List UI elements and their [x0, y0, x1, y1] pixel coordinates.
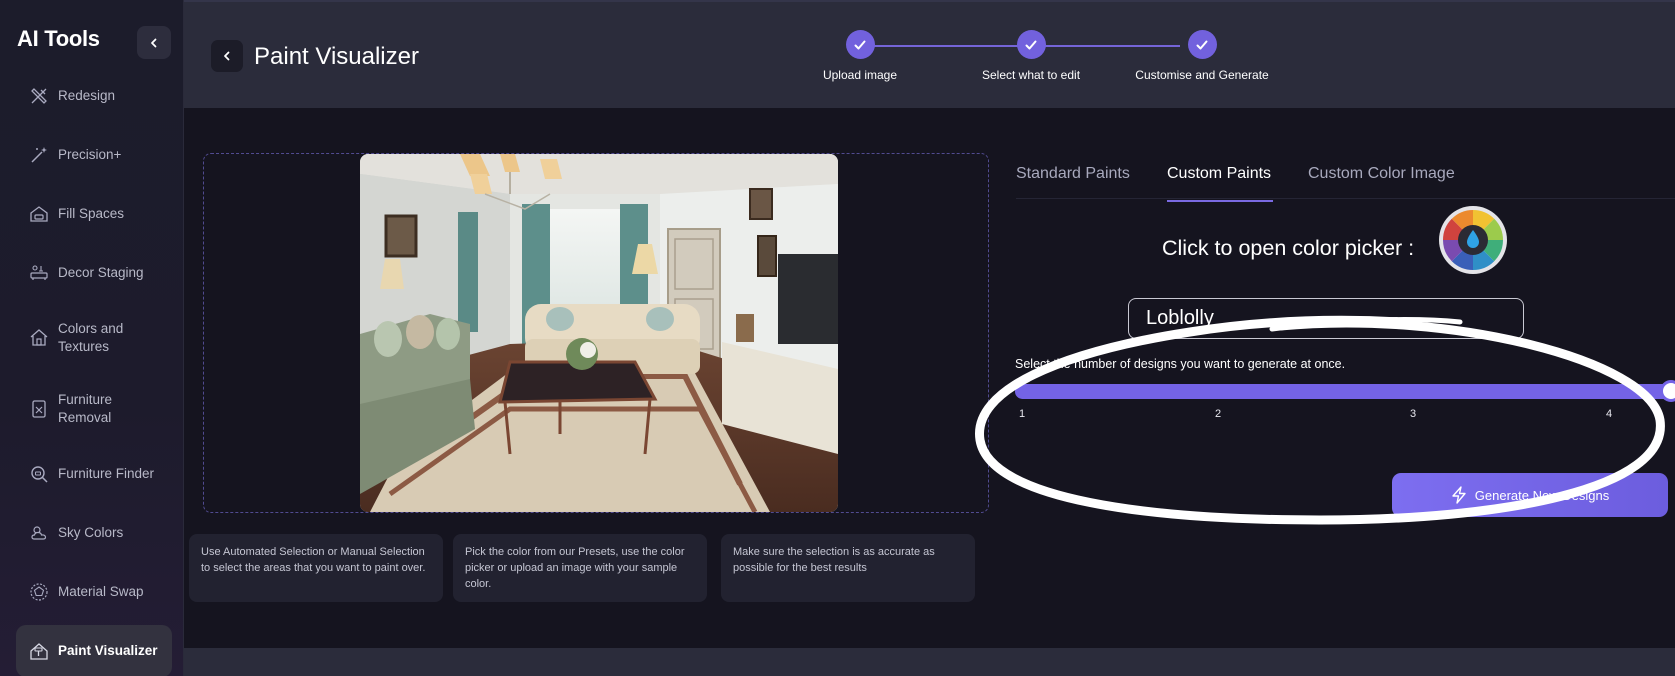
magic-wand-icon: [28, 144, 50, 166]
sidebar-item-sky-colors[interactable]: Sky Colors: [16, 507, 172, 559]
footer-bar: [184, 648, 1675, 676]
sidebar-item-furniture-finder[interactable]: Furniture Finder: [16, 448, 172, 500]
step-label: Customise and Generate: [1135, 68, 1269, 82]
sidebar-item-label: Material Swap: [58, 584, 144, 599]
tip-card-color: Pick the color from our Presets, use the…: [453, 534, 707, 602]
check-icon: [1016, 30, 1046, 59]
search-icon: [28, 463, 50, 485]
slider-handle[interactable]: [1660, 380, 1675, 402]
tab-custom-paints[interactable]: Custom Paints: [1167, 165, 1271, 183]
app-root: AI Tools Redesign Precision+ Fill Spaces…: [0, 0, 1675, 676]
material-swap-icon: [28, 581, 50, 603]
sidebar-item-colors-and-textures[interactable]: Colors and Textures: [16, 306, 172, 370]
sidebar: AI Tools Redesign Precision+ Fill Spaces…: [0, 0, 184, 676]
color-name-field[interactable]: Loblolly: [1128, 298, 1524, 339]
sidebar-item-material-swap[interactable]: Material Swap: [16, 566, 172, 618]
designs-count-slider[interactable]: [1015, 380, 1675, 402]
slider-tick-1: 1: [1019, 408, 1026, 420]
generate-designs-button[interactable]: Generate New Designs: [1392, 473, 1668, 517]
check-icon: [845, 30, 875, 59]
sidebar-item-label: Paint Visualizer: [58, 643, 158, 658]
house-icon: [28, 327, 50, 349]
sidebar-item-label: Fill Spaces: [58, 206, 125, 221]
slider-tick-4: 4: [1606, 408, 1613, 420]
designs-count-label: Select the number of designs you want to…: [1015, 357, 1346, 371]
sky-icon: [28, 522, 50, 544]
collapse-sidebar-button[interactable]: [137, 26, 171, 59]
tab-custom-color-image[interactable]: Custom Color Image: [1308, 165, 1455, 183]
tip-card-accuracy: Make sure the selection is as accurate a…: [721, 534, 975, 602]
sidebar-item-label: Colors and Textures: [58, 321, 124, 354]
slider-tick-3: 3: [1410, 408, 1417, 420]
decor-staging-icon: [28, 262, 50, 284]
tabs-divider: [1016, 198, 1675, 199]
sidebar-item-label: Sky Colors: [58, 525, 124, 540]
step-label: Upload image: [822, 68, 898, 82]
step-label: Select what to edit: [981, 68, 1081, 82]
lightning-icon: [1451, 486, 1467, 504]
progress-stepper: Upload image Select what to edit Customi…: [184, 30, 1675, 90]
sidebar-item-paint-visualizer[interactable]: Paint Visualizer: [16, 625, 172, 676]
step-customise-and-generate: Customise and Generate: [1102, 30, 1302, 82]
sidebar-item-label: Redesign: [58, 88, 116, 103]
sidebar-item-fill-spaces[interactable]: Fill Spaces: [16, 188, 172, 240]
color-wheel-icon[interactable]: [1439, 206, 1507, 274]
sidebar-item-decor-staging[interactable]: Decor Staging: [16, 247, 172, 299]
tab-standard-paints[interactable]: Standard Paints: [1016, 165, 1130, 183]
sidebar-item-furniture-removal[interactable]: Furniture Removal: [16, 377, 172, 441]
furniture-removal-icon: [28, 398, 50, 420]
room-photo: [360, 154, 838, 512]
sidebar-item-precision[interactable]: Precision+: [16, 129, 172, 181]
paint-visualizer-icon: [28, 640, 50, 662]
sidebar-item-label: Furniture Finder: [58, 466, 155, 481]
check-icon: [1187, 30, 1217, 59]
fill-spaces-icon: [28, 203, 50, 225]
active-tab-indicator: [1167, 200, 1273, 202]
sidebar-item-label: Decor Staging: [58, 265, 144, 280]
slider-fill: [1015, 384, 1671, 399]
main-content: Use Automated Selection or Manual Select…: [184, 108, 1675, 648]
color-picker-label: Click to open color picker :: [1162, 236, 1415, 260]
sidebar-nav: Redesign Precision+ Fill Spaces Decor St…: [16, 70, 172, 676]
chevron-left-icon: [151, 38, 157, 47]
sidebar-item-label: Precision+: [58, 147, 122, 162]
image-drop-area[interactable]: [203, 153, 989, 513]
tip-card-selection: Use Automated Selection or Manual Select…: [189, 534, 443, 602]
step-select-what-to-edit: Select what to edit: [931, 30, 1131, 82]
page-header: Paint Visualizer Upload image Select wha…: [184, 0, 1675, 108]
sidebar-item-label: Furniture Removal: [58, 392, 113, 425]
generate-button-label: Generate New Designs: [1474, 487, 1610, 503]
brand-title: AI Tools: [17, 26, 100, 51]
step-upload-image: Upload image: [760, 30, 960, 82]
redesign-icon: [28, 85, 50, 107]
sidebar-item-redesign[interactable]: Redesign: [16, 70, 172, 122]
slider-tick-2: 2: [1215, 408, 1222, 420]
